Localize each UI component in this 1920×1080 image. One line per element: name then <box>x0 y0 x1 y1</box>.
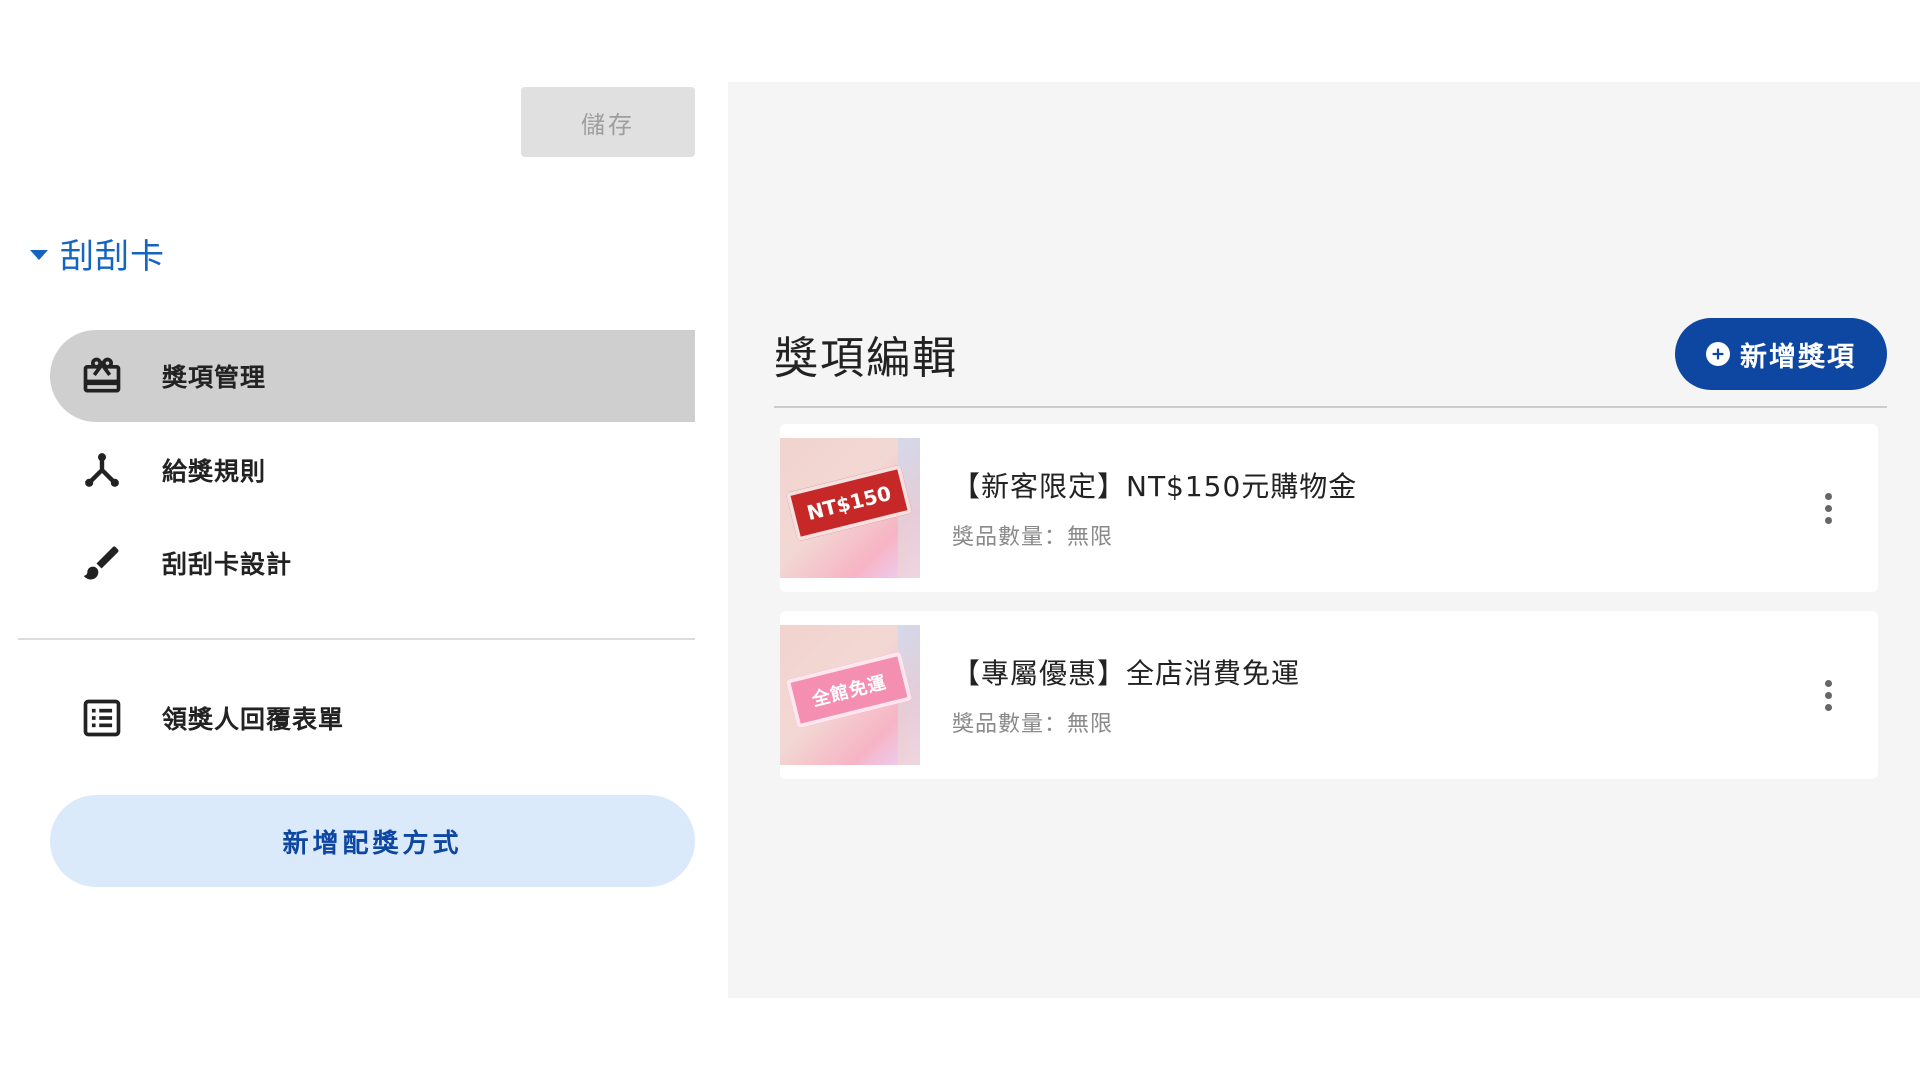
paint-brush-icon <box>80 541 124 585</box>
list-form-icon <box>80 696 124 740</box>
prize-card[interactable]: NT$150 【新客限定】NT$150元購物金 獎品數量：無限 <box>780 424 1878 592</box>
add-prize-button[interactable]: 新增獎項 <box>1675 318 1887 390</box>
section-title: 刮刮卡 <box>60 236 165 277</box>
prize-card[interactable]: 全館免運 【專屬優惠】全店消費免運 獎品數量：無限 <box>780 611 1878 779</box>
prize-name: 【專屬優惠】全店消費免運 <box>952 657 1301 690</box>
sidebar-item-label: 領獎人回覆表單 <box>162 705 345 734</box>
save-button[interactable]: 儲存 <box>521 87 695 157</box>
ticket-image-text: NT$150 <box>785 464 913 542</box>
prize-info: 【新客限定】NT$150元購物金 獎品數量：無限 <box>952 465 1808 551</box>
sidebar: 儲存 刮刮卡 獎項管理 給獎規則 刮刮卡設計 領獎人回覆表單 新增配獎方式 <box>0 0 728 1080</box>
ticket-image-text: 全館免運 <box>785 651 913 729</box>
prize-name: 【新客限定】NT$150元購物金 <box>952 470 1358 503</box>
sidebar-item-label: 刮刮卡設計 <box>162 550 293 579</box>
add-prize-label: 新增獎項 <box>1740 341 1856 372</box>
prize-thumbnail: 全館免運 <box>780 625 920 765</box>
sidebar-divider <box>18 638 695 640</box>
caret-down-icon <box>30 250 48 260</box>
sidebar-item-prize-management[interactable]: 獎項管理 <box>50 330 695 422</box>
title-divider <box>774 406 1887 408</box>
gift-card-icon <box>80 354 124 398</box>
prize-quantity: 獎品數量：無限 <box>952 712 1114 737</box>
section-scratch-card[interactable]: 刮刮卡 <box>30 228 165 278</box>
rule-split-icon <box>80 448 124 492</box>
sidebar-item-winner-form[interactable]: 領獎人回覆表單 <box>50 672 695 764</box>
page-title: 獎項編輯 <box>774 333 958 384</box>
prize-edit-panel: 獎項編輯 新增獎項 NT$150 【新客限定】NT$150元購物金 獎品數量：無… <box>728 82 1920 998</box>
prize-thumbnail: NT$150 <box>780 438 920 578</box>
prize-info: 【專屬優惠】全店消費免運 獎品數量：無限 <box>952 652 1808 738</box>
plus-circle-icon <box>1706 342 1730 366</box>
add-award-method-button[interactable]: 新增配獎方式 <box>50 795 695 887</box>
prize-quantity: 獎品數量：無限 <box>952 525 1114 550</box>
sidebar-item-card-design[interactable]: 刮刮卡設計 <box>50 517 695 609</box>
sidebar-item-label: 給獎規則 <box>162 457 267 486</box>
more-options-icon[interactable] <box>1808 665 1848 725</box>
sidebar-item-label: 獎項管理 <box>162 363 267 392</box>
more-options-icon[interactable] <box>1808 478 1848 538</box>
sidebar-item-award-rules[interactable]: 給獎規則 <box>50 424 695 516</box>
